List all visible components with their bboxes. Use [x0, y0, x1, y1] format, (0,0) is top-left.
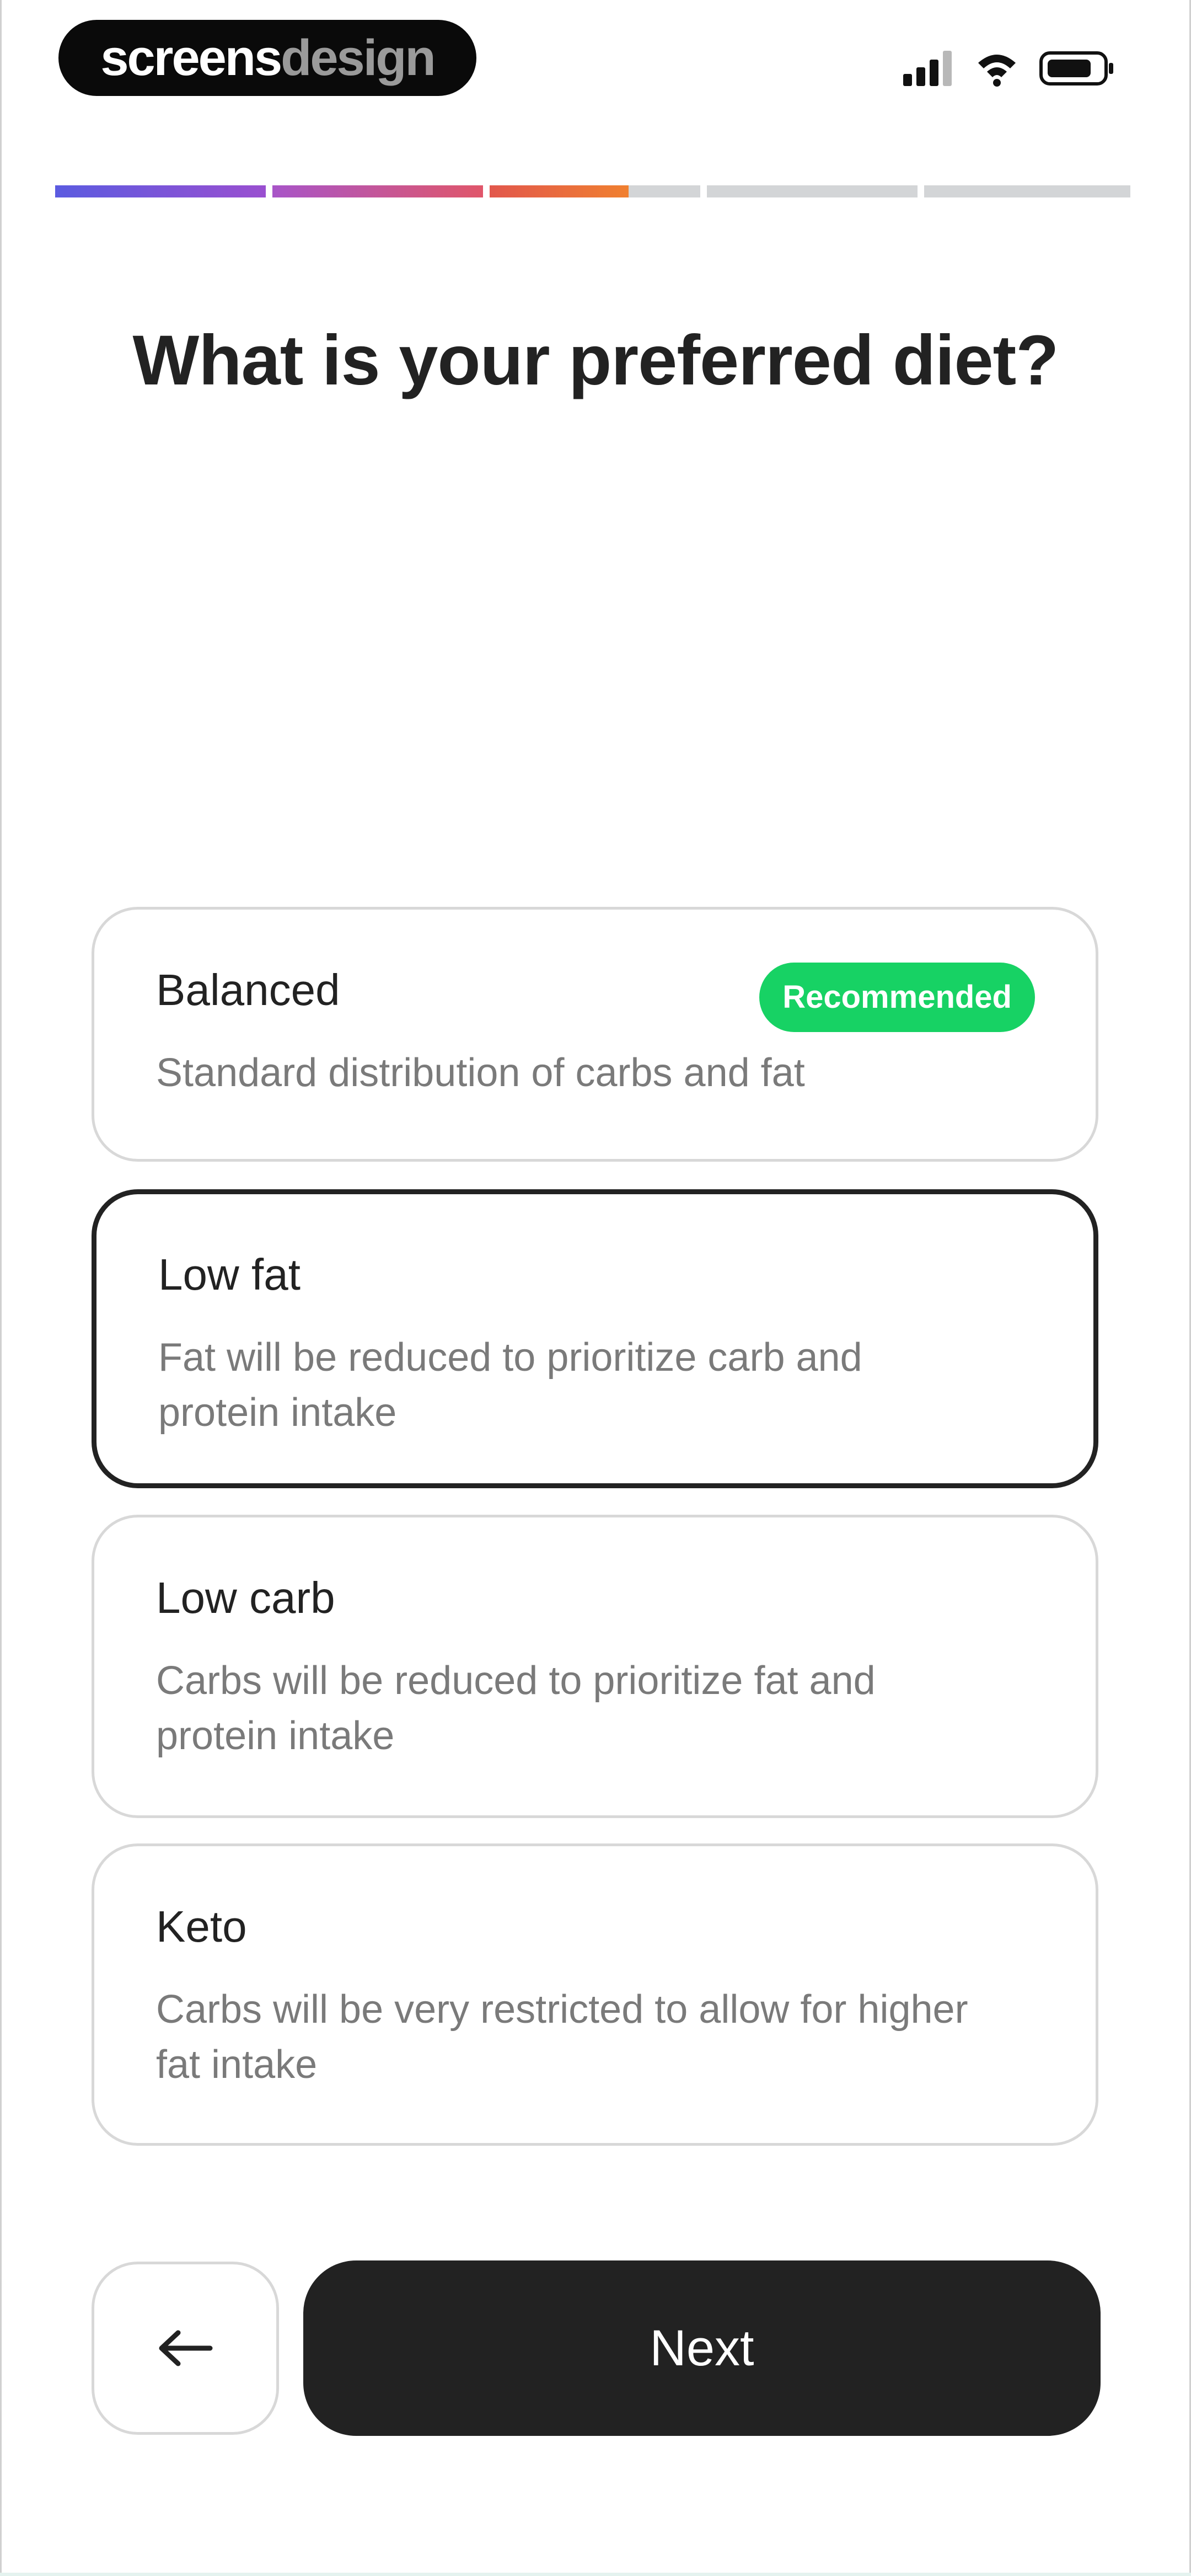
- option-description: Carbs will be reduced to prioritize fat …: [156, 1659, 876, 1758]
- option-title: Keto: [156, 1902, 247, 1951]
- progress-segment-4: [707, 185, 918, 197]
- back-button[interactable]: [92, 2262, 279, 2435]
- next-button-label: Next: [650, 2320, 754, 2376]
- option-description: Standard distribution of carbs and fat: [156, 1051, 805, 1095]
- progress-segment-5: [924, 185, 1130, 197]
- option-description: Fat will be reduced to prioritize carb a…: [158, 1335, 862, 1435]
- progress-segment-3-filled: [490, 185, 629, 197]
- onboarding-progress-bar: [55, 185, 1130, 197]
- bottom-edge: [0, 2573, 1191, 2576]
- recommended-badge: Recommended: [759, 963, 1035, 1032]
- option-low-fat[interactable]: Low fat Fat will be reduced to prioritiz…: [92, 1189, 1098, 1488]
- arrow-left-icon: [159, 2330, 213, 2366]
- signal-icon: [903, 51, 952, 86]
- option-balanced[interactable]: Balanced Standard distribution of carbs …: [92, 907, 1098, 1162]
- question-title: What is your preferred diet?: [132, 321, 1059, 400]
- brand-logo-text-design: design: [281, 29, 436, 86]
- brand-logo: screens design: [58, 20, 476, 96]
- battery-icon: [1039, 51, 1113, 85]
- wifi-icon: [978, 55, 1016, 87]
- brand-logo-text-screens: screens: [100, 29, 282, 86]
- progress-segment-2: [272, 185, 483, 197]
- option-low-carb[interactable]: Low carb Carbs will be reduced to priori…: [92, 1515, 1098, 1818]
- option-title: Low fat: [158, 1250, 301, 1299]
- progress-segment-1: [55, 185, 266, 197]
- option-title: Low carb: [156, 1573, 335, 1622]
- option-keto[interactable]: Keto Carbs will be very restricted to al…: [92, 1843, 1098, 2146]
- option-description: Carbs will be very restricted to allow f…: [156, 1987, 968, 2087]
- progress-segment-3-empty: [629, 185, 700, 197]
- next-button[interactable]: Next: [303, 2260, 1101, 2436]
